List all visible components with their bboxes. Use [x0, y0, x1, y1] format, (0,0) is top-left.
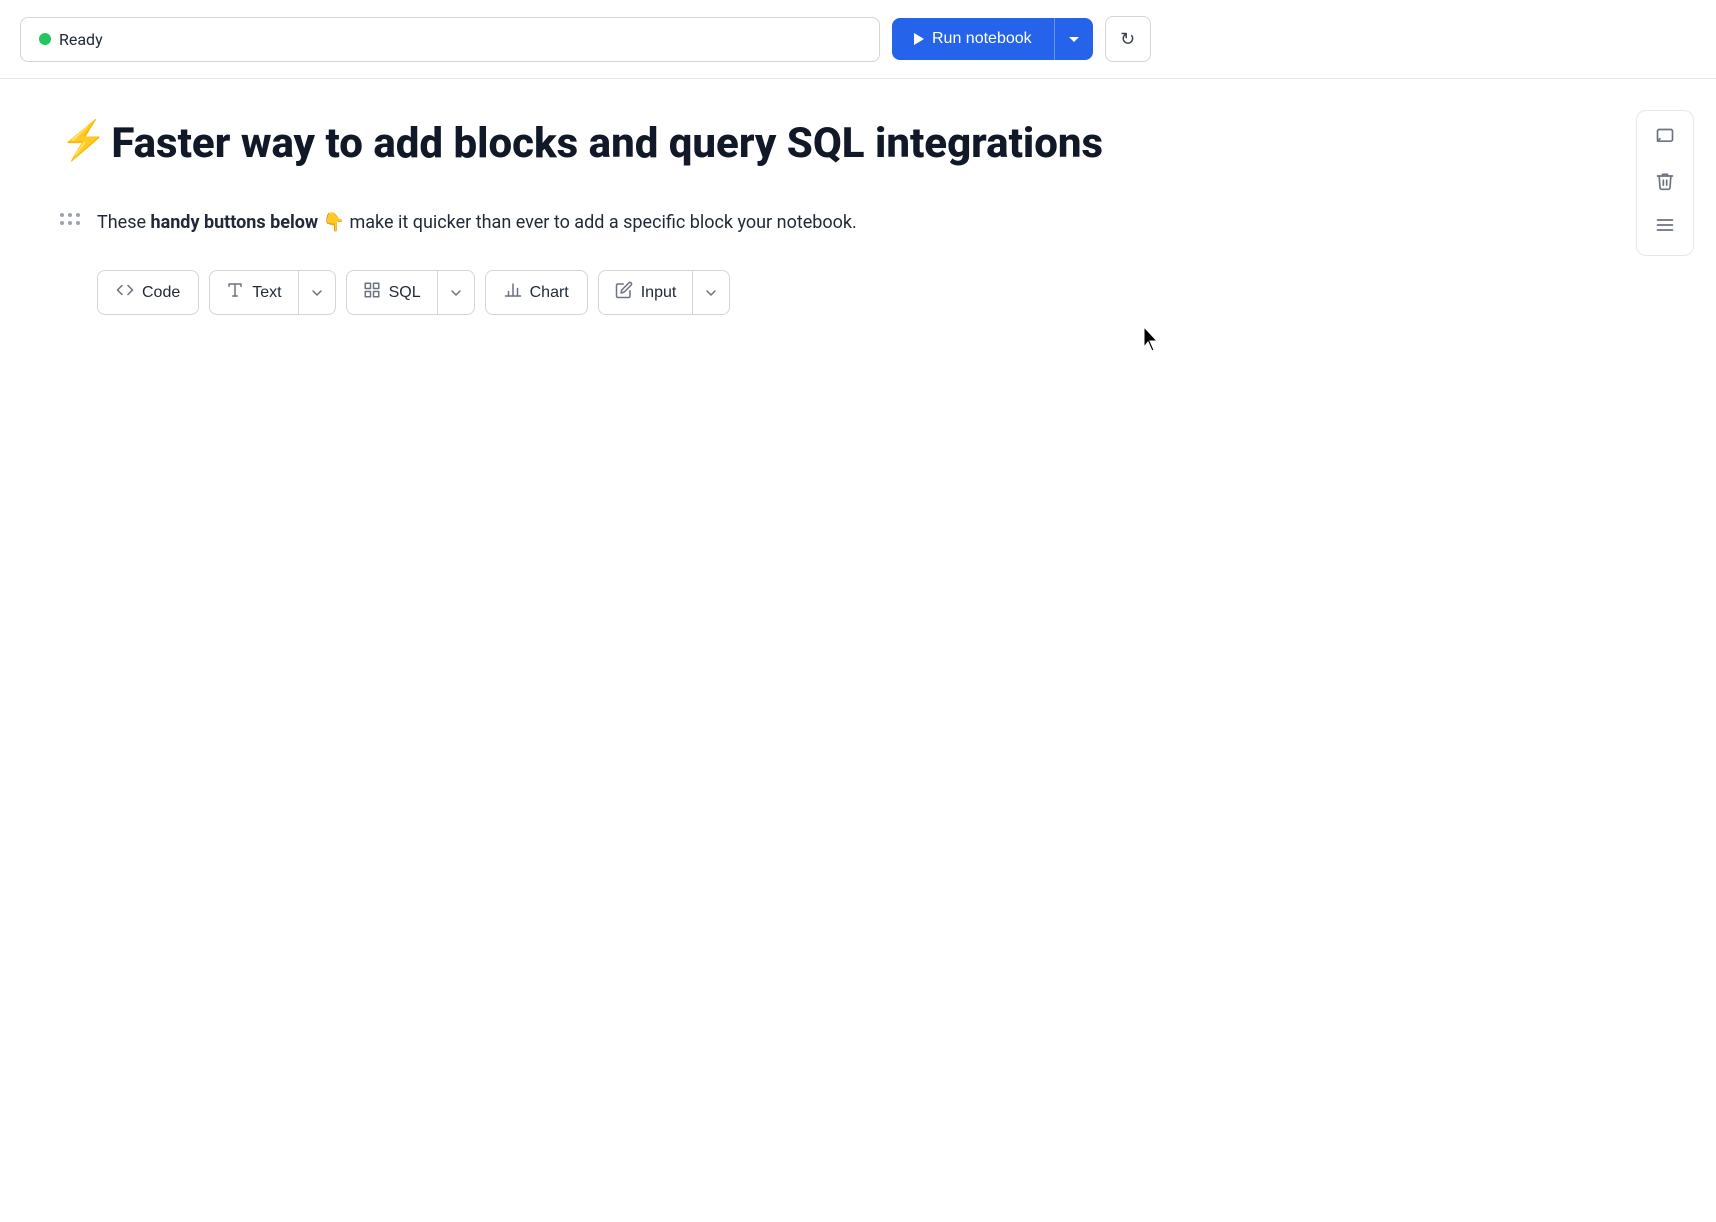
chevron-down-icon: [311, 287, 323, 299]
drag-dot: [60, 213, 64, 217]
chart-button-label: Chart: [530, 284, 569, 302]
drag-handle[interactable]: [60, 209, 81, 226]
run-notebook-dropdown-button[interactable]: [1054, 18, 1093, 60]
run-button-group: Run notebook: [892, 18, 1093, 60]
chevron-down-icon: [1069, 37, 1079, 42]
right-sidebar: [1636, 110, 1694, 256]
status-pill: Ready: [20, 17, 880, 62]
input-block-button[interactable]: Input: [598, 270, 693, 315]
trash-icon: [1655, 171, 1675, 196]
sql-icon: [363, 281, 381, 304]
cell-content: These handy buttons below 👇 make it quic…: [97, 209, 1120, 315]
chart-block-button[interactable]: Chart: [485, 270, 588, 315]
description-prefix: These: [97, 212, 151, 233]
top-bar: Ready Run notebook ↻: [0, 0, 1716, 79]
input-block-dropdown-button[interactable]: [692, 270, 730, 315]
drag-dot: [60, 221, 64, 225]
text-icon: [226, 281, 244, 304]
buttons-row: Code Text: [97, 270, 1120, 315]
description-emoji: 👇: [318, 212, 345, 233]
refresh-icon: ↻: [1120, 29, 1135, 50]
chevron-down-icon: [450, 287, 462, 299]
description-bold: handy buttons below: [151, 212, 319, 233]
drag-dots: [60, 213, 81, 226]
description-suffix: make it quicker than ever to add a speci…: [345, 212, 857, 233]
text-button-label: Text: [252, 284, 281, 302]
chart-icon: [504, 281, 522, 304]
main-content: ⚡ Faster way to add blocks and query SQL…: [0, 79, 1180, 385]
sql-button-label: SQL: [389, 284, 421, 302]
sidebar-comment-button[interactable]: [1645, 119, 1685, 159]
menu-icon: [1655, 215, 1675, 240]
drag-dot: [76, 213, 80, 217]
sidebar-menu-button[interactable]: [1645, 207, 1685, 247]
refresh-button[interactable]: ↻: [1105, 16, 1151, 62]
drag-dot: [68, 213, 72, 217]
title-emoji: ⚡: [60, 119, 107, 165]
run-notebook-label: Run notebook: [932, 30, 1032, 48]
comment-icon: [1655, 127, 1675, 152]
code-icon: [116, 281, 134, 304]
code-button-label: Code: [142, 284, 180, 302]
text-block-dropdown-button[interactable]: [298, 270, 336, 315]
text-block-button-group: Text: [209, 270, 335, 315]
sql-block-button[interactable]: SQL: [346, 270, 437, 315]
drag-dot: [68, 221, 72, 225]
sql-block-button-group: SQL: [346, 270, 475, 315]
title-text: Faster way to add blocks and query SQL i…: [111, 119, 1103, 169]
text-block-button[interactable]: Text: [209, 270, 297, 315]
drag-dot: [76, 221, 80, 225]
pencil-icon: [615, 281, 633, 304]
page-title: ⚡ Faster way to add blocks and query SQL…: [60, 119, 1120, 169]
status-dot: [39, 33, 51, 45]
sidebar-delete-button[interactable]: [1645, 163, 1685, 203]
cell-block: These handy buttons below 👇 make it quic…: [60, 209, 1120, 315]
play-icon: [914, 33, 924, 45]
sql-block-dropdown-button[interactable]: [437, 270, 475, 315]
description-text: These handy buttons below 👇 make it quic…: [97, 209, 1120, 238]
chevron-down-icon: [705, 287, 717, 299]
input-button-label: Input: [641, 284, 677, 302]
code-block-button[interactable]: Code: [97, 270, 199, 315]
status-label: Ready: [59, 30, 103, 49]
run-notebook-button[interactable]: Run notebook: [892, 18, 1054, 60]
input-block-button-group: Input: [598, 270, 731, 315]
